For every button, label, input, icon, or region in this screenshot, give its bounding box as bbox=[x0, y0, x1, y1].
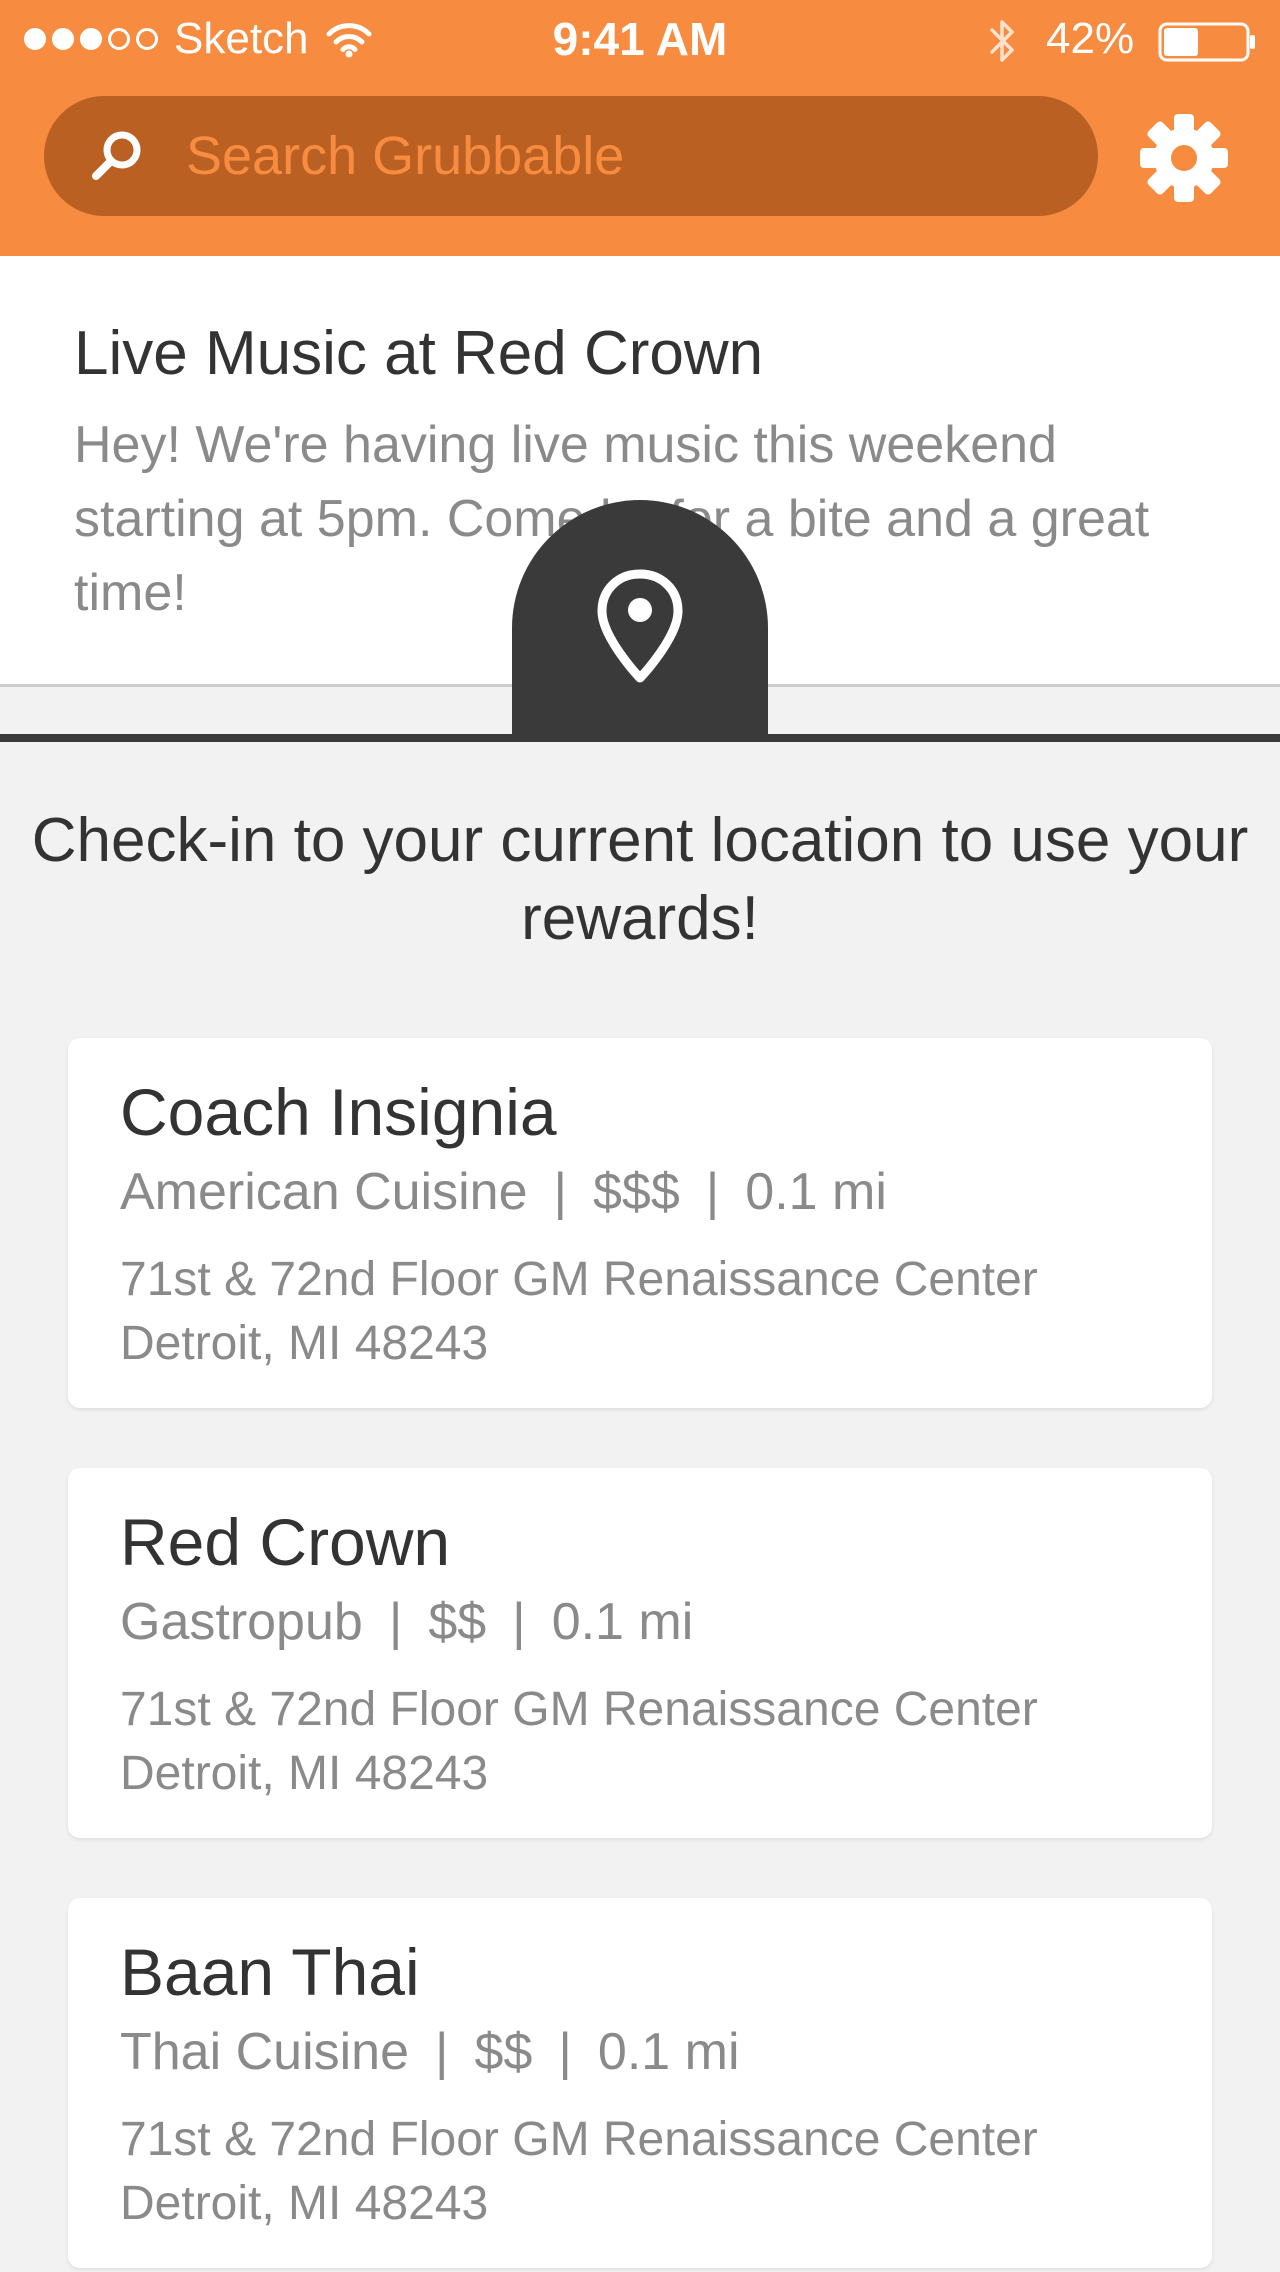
meta-separator: | bbox=[512, 1593, 526, 1651]
restaurant-address: 71st & 72nd Floor GM Renaissance Center … bbox=[120, 1678, 1180, 1806]
battery-percentage: 42% bbox=[1046, 14, 1135, 63]
address-line-1: 71st & 72nd Floor GM Renaissance Center bbox=[120, 2113, 1038, 2166]
address-line-1: 71st & 72nd Floor GM Renaissance Center bbox=[120, 1683, 1038, 1736]
restaurant-address: 71st & 72nd Floor GM Renaissance Center … bbox=[120, 1248, 1180, 1376]
meta-separator: | bbox=[388, 1593, 403, 1651]
address-line-2: Detroit, MI 48243 bbox=[120, 1747, 489, 1800]
check-in-prompt: Check-in to your current location to use… bbox=[31, 806, 1249, 953]
restaurant-distance: 0.1 mi bbox=[551, 1593, 694, 1651]
restaurant-price: $$ bbox=[428, 1593, 487, 1651]
restaurant-cuisine: Thai Cuisine bbox=[120, 2023, 410, 2081]
address-line-2: Detroit, MI 48243 bbox=[120, 2177, 489, 2230]
restaurant-cuisine: American Cuisine bbox=[120, 1163, 528, 1221]
restaurant-name: Coach Insignia bbox=[120, 1075, 557, 1149]
restaurant-cuisine: Gastropub bbox=[120, 1593, 363, 1651]
check-in-location-tab[interactable] bbox=[512, 500, 768, 742]
search-bar[interactable]: Search Grubbable bbox=[44, 96, 1098, 216]
meta-separator: | bbox=[435, 2023, 449, 2081]
app-header: Sketch 9:41 AM 42% Search Grubbable bbox=[0, 0, 1280, 256]
restaurant-address: 71st & 72nd Floor GM Renaissance Center … bbox=[120, 2108, 1180, 2236]
restaurant-meta: Gastropub | $$ | 0.1 mi bbox=[120, 1592, 693, 1652]
battery-icon bbox=[1158, 22, 1255, 62]
restaurant-price: $$$ bbox=[593, 1163, 680, 1221]
restaurant-name: Red Crown bbox=[120, 1505, 451, 1579]
location-pin-icon bbox=[597, 569, 683, 683]
bluetooth-icon bbox=[990, 20, 1014, 62]
gear-icon[interactable] bbox=[1138, 112, 1230, 204]
address-line-2: Detroit, MI 48243 bbox=[120, 1317, 489, 1370]
restaurant-card[interactable]: Coach Insignia American Cuisine | $$$ | 0.1 … bbox=[68, 1038, 1212, 1408]
search-icon bbox=[92, 131, 141, 180]
restaurant-card[interactable]: Baan Thai Thai Cuisine | $$ | 0.1 mi 71st & … bbox=[68, 1898, 1212, 2268]
restaurant-distance: 0.1 mi bbox=[597, 2023, 740, 2081]
restaurant-name: Baan Thai bbox=[120, 1935, 420, 2009]
restaurant-meta: American Cuisine | $$$ | 0.1 mi bbox=[120, 1162, 887, 1222]
meta-separator: | bbox=[558, 2023, 572, 2081]
address-line-1: 71st & 72nd Floor GM Renaissance Center bbox=[120, 1253, 1038, 1306]
restaurant-meta: Thai Cuisine | $$ | 0.1 mi bbox=[120, 2022, 740, 2082]
restaurant-distance: 0.1 mi bbox=[745, 1163, 887, 1221]
meta-separator: | bbox=[553, 1163, 568, 1221]
meta-separator: | bbox=[705, 1163, 720, 1221]
restaurant-price: $$ bbox=[474, 2023, 533, 2081]
restaurant-card[interactable]: Red Crown Gastropub | $$ | 0.1 mi 71st & 72n… bbox=[68, 1468, 1212, 1838]
announcement-title: Live Music at Red Crown bbox=[74, 319, 764, 388]
status-bar: Sketch 9:41 AM 42% bbox=[0, 0, 1280, 82]
search-input[interactable]: Search Grubbable bbox=[186, 96, 624, 216]
